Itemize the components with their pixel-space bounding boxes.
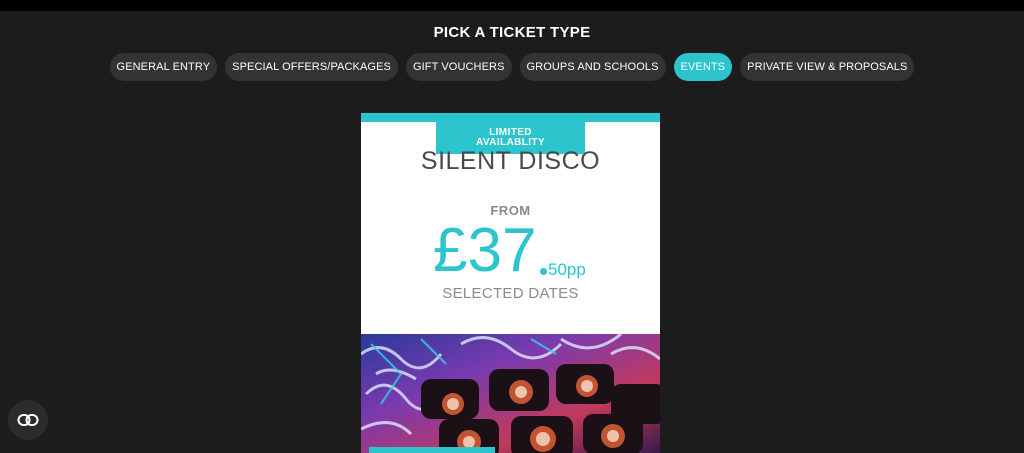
selected-dates-label: SELECTED DATES bbox=[442, 285, 579, 302]
price-main: £37 bbox=[433, 216, 537, 285]
card-accent-bar bbox=[361, 113, 660, 122]
tab-events[interactable]: EVENTS bbox=[673, 53, 733, 81]
ticket-type-tabs: GENERAL ENTRY SPECIAL OFFERS/PACKAGES GI… bbox=[0, 53, 1024, 81]
price-pence: 50pp bbox=[548, 260, 586, 279]
event-photo bbox=[361, 334, 660, 453]
tab-private-view[interactable]: PRIVATE VIEW & PROPOSALS bbox=[740, 53, 915, 81]
tab-gift-vouchers[interactable]: GIFT VOUCHERS bbox=[405, 53, 512, 81]
chat-link-icon[interactable] bbox=[8, 400, 48, 440]
event-card[interactable]: LIMITED AVAILABLITY SILENT DISCO FROM £3… bbox=[361, 113, 660, 453]
top-bar bbox=[0, 0, 1024, 11]
tab-groups-and-schools[interactable]: GROUPS AND SCHOOLS bbox=[519, 53, 666, 81]
event-name: SILENT DISCO bbox=[420, 147, 601, 175]
tab-general-entry[interactable]: GENERAL ENTRY bbox=[109, 53, 218, 81]
page-title: PICK A TICKET TYPE bbox=[433, 24, 591, 41]
tab-special-offers[interactable]: SPECIAL OFFERS/PACKAGES bbox=[225, 53, 398, 81]
price-decimal-dot bbox=[540, 268, 547, 275]
price: £37 50pp bbox=[361, 216, 660, 286]
